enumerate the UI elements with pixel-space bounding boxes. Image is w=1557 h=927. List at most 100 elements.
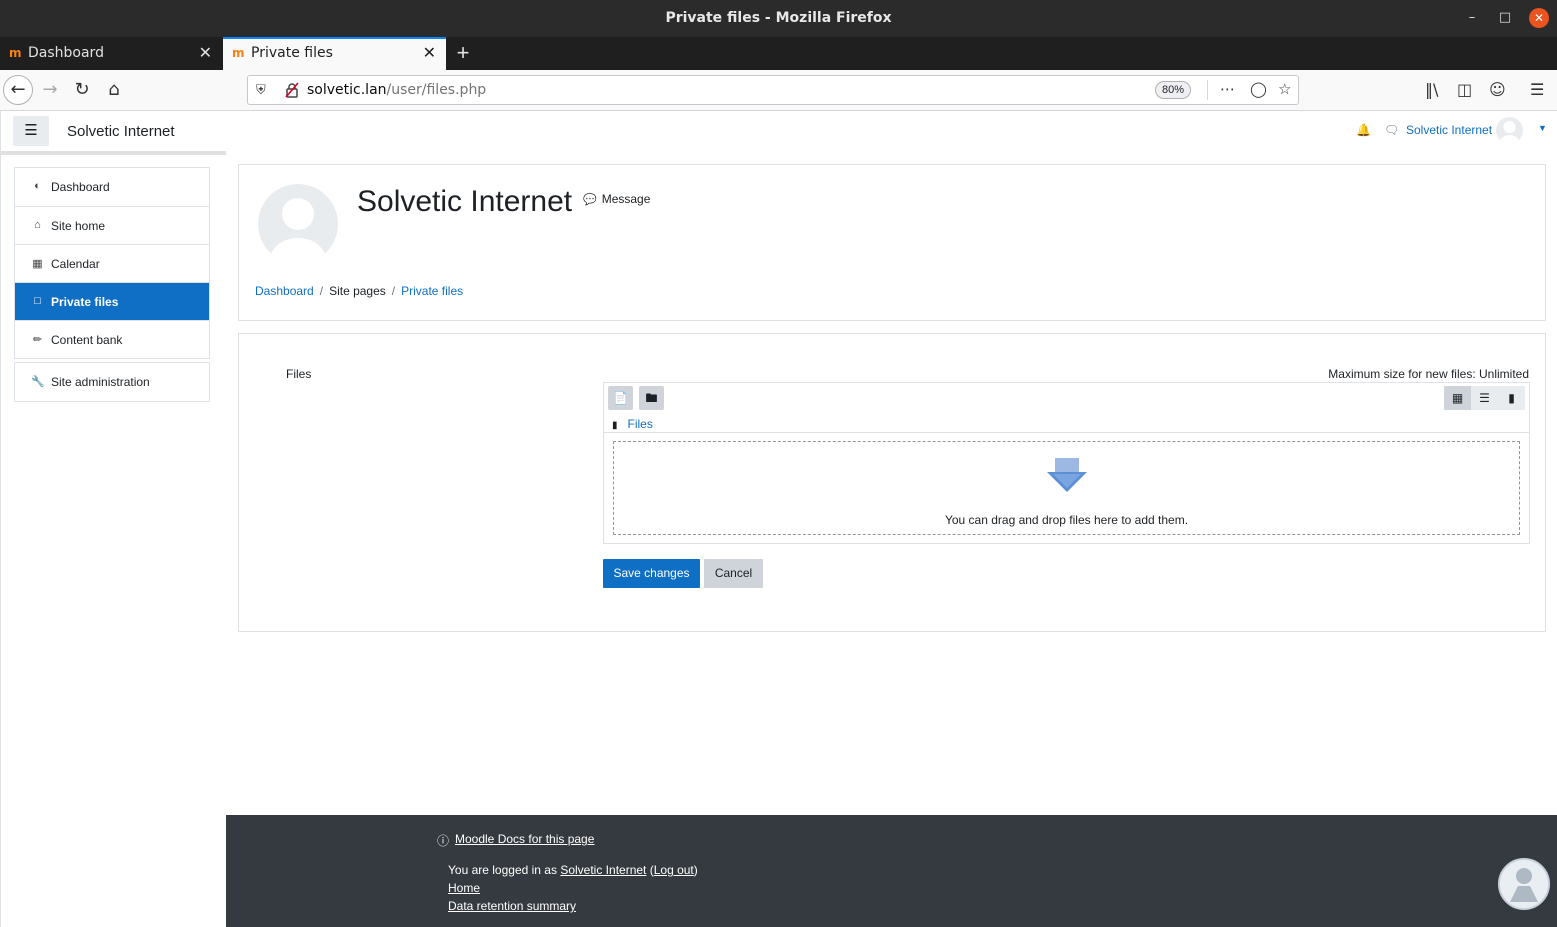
data-retention-link[interactable]: Data retention summary xyxy=(448,899,576,913)
save-changes-button[interactable]: Save changes xyxy=(603,559,700,588)
tab-private-files[interactable]: m Private files ✕ xyxy=(223,37,446,70)
library-icon[interactable]: ‖\ xyxy=(1425,80,1438,99)
view-tree-icon[interactable]: ▮ xyxy=(1498,386,1525,410)
footer-retention: Data retention summary xyxy=(448,899,576,913)
nav-drawer: ◐ Dashboard ⌂ Site home ▦ Calendar □ Pri… xyxy=(14,167,210,402)
footer-home: Home xyxy=(448,881,480,895)
back-button[interactable]: ← xyxy=(3,75,33,105)
maximize-button[interactable]: □ xyxy=(1495,8,1515,28)
user-avatar[interactable] xyxy=(1496,117,1523,144)
drop-arrow-icon xyxy=(1047,458,1087,492)
view-list-icon[interactable]: ☰ xyxy=(1471,386,1498,410)
watermark-logo xyxy=(1498,858,1550,910)
page-footer: ⓘ Moodle Docs for this page You are logg… xyxy=(226,815,1557,927)
notifications-bell-icon[interactable]: 🔔 xyxy=(1356,123,1371,137)
home-icon: ⌂ xyxy=(34,219,41,231)
message-label: Message xyxy=(601,192,651,206)
zoom-indicator[interactable]: 80% xyxy=(1155,81,1192,99)
reload-button[interactable]: ↻ xyxy=(68,76,96,104)
breadcrumb-separator: / xyxy=(319,284,324,298)
drawer-item-calendar[interactable]: ▦ Calendar xyxy=(15,244,209,282)
wrench-icon: 🔧 xyxy=(31,376,45,388)
drawer-admin-group: 🔧 Site administration xyxy=(14,362,210,402)
user-menu-name[interactable]: Solvetic Internet xyxy=(1406,123,1492,137)
tab-strip: m Dashboard ✕ m Private files ✕ + xyxy=(0,37,1557,70)
breadcrumb-site-pages: Site pages xyxy=(329,284,386,298)
drop-zone[interactable]: You can drag and drop files here to add … xyxy=(613,441,1520,535)
drawer-item-private-files[interactable]: □ Private files xyxy=(15,282,209,320)
message-button[interactable]: 💬 Message xyxy=(583,192,650,206)
create-folder-icon[interactable]: 🖿 xyxy=(639,386,664,410)
info-icon: ⓘ xyxy=(437,834,450,848)
calendar-icon: ▦ xyxy=(32,258,43,270)
files-card: Files Maximum size for new files: Unlimi… xyxy=(238,333,1546,632)
file-manager-path: ▮ Files xyxy=(612,417,653,431)
view-icons-icon[interactable]: ▦ xyxy=(1444,386,1471,410)
tracking-shield-icon[interactable]: ⛨ xyxy=(256,82,266,98)
messages-icon[interactable]: 🗨 xyxy=(1384,123,1399,137)
moodle-favicon-icon: m xyxy=(9,46,22,60)
drawer-item-label: Site administration xyxy=(51,375,150,389)
drawer-item-label: Calendar xyxy=(51,257,100,271)
pocket-icon[interactable]: ◯ xyxy=(1250,80,1267,98)
drawer-toggle-button[interactable]: ☰ xyxy=(13,116,49,146)
navbar-shadow xyxy=(1,151,226,155)
menu-icon[interactable]: ☰ xyxy=(1530,80,1544,99)
tab-dashboard[interactable]: m Dashboard ✕ xyxy=(0,37,222,70)
dashboard-icon: ◐ xyxy=(34,180,41,192)
max-size-text: Maximum size for new files: Unlimited xyxy=(1328,367,1529,381)
page-content: ☰ Solvetic Internet 🔔 🗨 Solvetic Interne… xyxy=(0,111,1557,927)
page-actions-icon[interactable]: ⋯ xyxy=(1220,80,1235,98)
window-titlebar: Private files - Mozilla Firefox – □ ✕ xyxy=(0,0,1557,37)
footer-docs: ⓘ Moodle Docs for this page xyxy=(437,832,594,848)
bookmark-star-icon[interactable]: ☆ xyxy=(1278,80,1291,98)
user-menu-caret-icon[interactable]: ▼ xyxy=(1538,123,1547,133)
footer-login-info: You are logged in as Solvetic Internet (… xyxy=(448,863,698,877)
profile-avatar xyxy=(258,184,338,264)
logged-in-text: You are logged in as xyxy=(448,863,557,877)
breadcrumb-private-files[interactable]: Private files xyxy=(401,284,463,298)
profile-name: Solvetic Internet xyxy=(357,185,573,218)
moodle-docs-link[interactable]: Moodle Docs for this page xyxy=(455,832,594,846)
file-manager: 📄 🖿 ▦ ☰ ▮ ▮ Files You can drag and drop f… xyxy=(603,382,1530,544)
cancel-button[interactable]: Cancel xyxy=(704,559,763,588)
close-window-button[interactable]: ✕ xyxy=(1529,8,1549,28)
drawer-item-site-home[interactable]: ⌂ Site home xyxy=(15,206,209,244)
path-files-link[interactable]: Files xyxy=(628,417,653,431)
tab-close-icon[interactable]: ✕ xyxy=(423,43,436,62)
drawer-item-label: Site home xyxy=(51,219,106,233)
files-field-label: Files xyxy=(286,367,312,381)
logout-link[interactable]: Log out xyxy=(654,863,694,877)
minimize-button[interactable]: – xyxy=(1462,8,1482,28)
breadcrumb-separator: / xyxy=(391,284,396,298)
drawer-item-content-bank[interactable]: ✏ Content bank xyxy=(15,320,209,358)
site-name[interactable]: Solvetic Internet xyxy=(67,123,175,140)
insecure-lock-icon[interactable] xyxy=(285,82,299,98)
tab-close-icon[interactable]: ✕ xyxy=(199,43,212,62)
account-icon[interactable]: ☺ xyxy=(1489,80,1506,99)
drawer-item-label: Content bank xyxy=(51,333,123,347)
url-text[interactable]: solvetic.lan/user/files.php xyxy=(307,82,486,98)
window-title: Private files - Mozilla Firefox xyxy=(665,10,892,26)
sidebar-icon[interactable]: ◫ xyxy=(1457,80,1472,99)
tab-label: Dashboard xyxy=(28,45,104,61)
url-divider xyxy=(1207,80,1208,100)
forward-button[interactable]: → xyxy=(36,76,64,104)
add-file-icon[interactable]: 📄 xyxy=(608,386,633,410)
tab-label: Private files xyxy=(251,45,333,61)
home-button[interactable]: ⌂ xyxy=(100,76,128,104)
file-manager-divider xyxy=(604,432,1529,433)
home-link[interactable]: Home xyxy=(448,881,480,895)
url-bar[interactable]: ⛨ solvetic.lan/user/files.php 80% ⋯ ◯ ☆ xyxy=(247,75,1299,105)
breadcrumb-dashboard[interactable]: Dashboard xyxy=(255,284,314,298)
drawer-item-dashboard[interactable]: ◐ Dashboard xyxy=(15,168,209,206)
drop-zone-text: You can drag and drop files here to add … xyxy=(944,513,1189,527)
drawer-item-label: Private files xyxy=(51,295,119,309)
logged-in-user-link[interactable]: Solvetic Internet xyxy=(560,863,646,877)
brush-icon: ✏ xyxy=(32,334,43,346)
drawer-item-site-administration[interactable]: 🔧 Site administration xyxy=(15,363,209,401)
moodle-favicon-icon: m xyxy=(232,46,245,60)
page-header-card: Solvetic Internet 💬 Message Dashboard / Sit… xyxy=(238,164,1546,321)
new-tab-button[interactable]: + xyxy=(453,40,473,66)
url-domain: solvetic.lan xyxy=(307,82,387,98)
